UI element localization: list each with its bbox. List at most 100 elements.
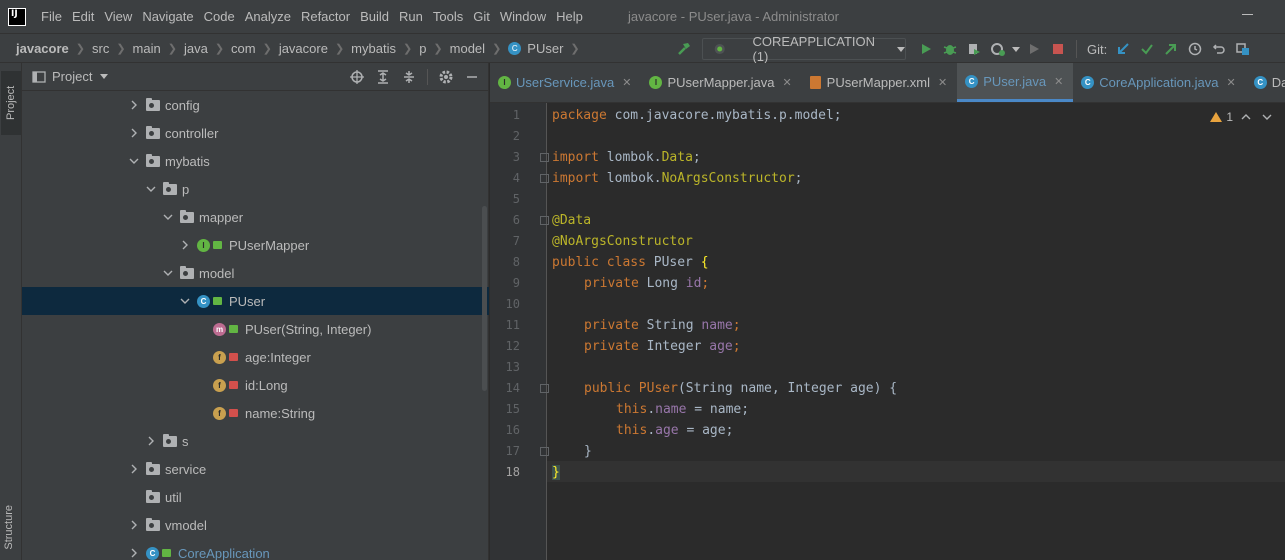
menu-view[interactable]: View	[99, 9, 137, 24]
chevron-down-icon[interactable]	[179, 295, 191, 307]
chevron-down-icon[interactable]	[162, 211, 174, 223]
close-icon[interactable]: ✕	[1227, 76, 1236, 89]
code-editor[interactable]: 1 2 3 4 5 6 7 8 9 10 11 12 13 14 15 16 1…	[490, 103, 1285, 560]
menu-edit[interactable]: Edit	[67, 9, 99, 24]
run-disabled-icon[interactable]	[1022, 37, 1046, 61]
menu-code[interactable]: Code	[199, 9, 240, 24]
chevron-right-icon[interactable]	[128, 99, 140, 111]
menu-run[interactable]: Run	[394, 9, 428, 24]
crumb-project[interactable]: javacore	[16, 41, 69, 56]
tab-datas[interactable]: C DataS	[1246, 63, 1285, 102]
tab-coreapplication[interactable]: C CoreApplication.java ✕	[1073, 63, 1245, 102]
chevron-right-icon[interactable]	[128, 519, 140, 531]
tree-item-field-name[interactable]: f name:String	[22, 399, 489, 427]
crumb-java[interactable]: java	[184, 41, 208, 56]
crumb-src[interactable]: src	[92, 41, 109, 56]
intellij-logo-icon[interactable]: IJ	[8, 7, 26, 26]
chevron-down-icon[interactable]	[1010, 37, 1022, 61]
tree-item-p[interactable]: p	[22, 175, 489, 203]
debug-icon[interactable]	[938, 37, 962, 61]
close-icon[interactable]: ✕	[1054, 75, 1063, 88]
fold-marker-icon[interactable]	[540, 447, 549, 456]
menu-window[interactable]: Window	[495, 9, 551, 24]
menu-analyze[interactable]: Analyze	[240, 9, 296, 24]
project-structure-icon[interactable]	[1231, 37, 1255, 61]
project-panel-title[interactable]: Project	[52, 69, 92, 84]
menu-file[interactable]: File	[36, 9, 67, 24]
menu-navigate[interactable]: Navigate	[137, 9, 198, 24]
gear-icon[interactable]	[438, 69, 454, 85]
project-tool-tab[interactable]: Project	[1, 71, 21, 135]
stop-icon[interactable]	[1046, 37, 1070, 61]
crumb-p[interactable]: p	[419, 41, 426, 56]
tree-item-coreapplication[interactable]: C CoreApplication	[22, 539, 489, 560]
tree-item-vmodel[interactable]: vmodel	[22, 511, 489, 539]
fold-marker-icon[interactable]	[540, 384, 549, 393]
close-icon[interactable]: ✕	[782, 76, 791, 89]
fold-marker-icon[interactable]	[540, 153, 549, 162]
run-configuration-select[interactable]: COREAPPLICATION (1)	[702, 34, 906, 64]
chevron-down-icon[interactable]	[128, 155, 140, 167]
run-icon[interactable]	[914, 37, 938, 61]
crumb-model[interactable]: model	[450, 41, 485, 56]
hide-panel-icon[interactable]	[464, 69, 480, 85]
menu-refactor[interactable]: Refactor	[296, 9, 355, 24]
chevron-down-icon[interactable]	[1261, 112, 1273, 122]
history-icon[interactable]	[1183, 37, 1207, 61]
crumb-main[interactable]: main	[133, 41, 161, 56]
structure-tool-tab[interactable]: Structure	[3, 505, 15, 550]
tree-item-mybatis[interactable]: mybatis	[22, 147, 489, 175]
tree-item-controller[interactable]: controller	[22, 119, 489, 147]
menu-tools[interactable]: Tools	[428, 9, 468, 24]
tree-item-util[interactable]: util	[22, 483, 489, 511]
tree-item-constructor[interactable]: m PUser(String, Integer)	[22, 315, 489, 343]
chevron-right-icon[interactable]	[128, 127, 140, 139]
crumb-mybatis[interactable]: mybatis	[351, 41, 396, 56]
menu-build[interactable]: Build	[355, 9, 394, 24]
fold-marker-icon[interactable]	[540, 216, 549, 225]
chevron-down-icon[interactable]	[145, 183, 157, 195]
menu-git[interactable]: Git	[468, 9, 495, 24]
close-icon[interactable]: ✕	[938, 76, 947, 89]
interface-icon: I	[498, 76, 511, 89]
chevron-right-icon[interactable]	[179, 239, 191, 251]
chevron-down-icon[interactable]	[100, 74, 109, 79]
rollback-icon[interactable]	[1207, 37, 1231, 61]
profile-icon[interactable]	[986, 37, 1010, 61]
git-push-icon[interactable]	[1159, 37, 1183, 61]
tree-item-config[interactable]: config	[22, 91, 489, 119]
tree-item-field-age[interactable]: f age:Integer	[22, 343, 489, 371]
chevron-right-icon[interactable]	[128, 463, 140, 475]
tree-item-model[interactable]: model	[22, 259, 489, 287]
build-hammer-icon[interactable]	[672, 37, 696, 61]
collapse-all-icon[interactable]	[401, 69, 417, 85]
tree-scrollbar[interactable]	[482, 206, 487, 391]
git-update-icon[interactable]	[1111, 37, 1135, 61]
expand-all-icon[interactable]	[375, 69, 391, 85]
menu-help[interactable]: Help	[551, 9, 588, 24]
minimize-icon[interactable]	[1242, 14, 1253, 15]
locate-file-icon[interactable]	[349, 69, 365, 85]
tree-item-field-id[interactable]: f id:Long	[22, 371, 489, 399]
fold-marker-icon[interactable]	[540, 174, 549, 183]
tree-item-s[interactable]: s	[22, 427, 489, 455]
tree-item-pusermapper[interactable]: I PUserMapper	[22, 231, 489, 259]
tab-userservice[interactable]: I UserService.java ✕	[490, 63, 641, 102]
tree-item-mapper[interactable]: mapper	[22, 203, 489, 231]
tab-pusermapper-xml[interactable]: PUserMapper.xml ✕	[802, 63, 958, 102]
tab-puser-java[interactable]: C PUser.java ✕	[957, 63, 1074, 102]
crumb-puser[interactable]: PUser	[527, 41, 563, 56]
tab-pusermapper-java[interactable]: I PUserMapper.java ✕	[641, 63, 801, 102]
chevron-right-icon[interactable]	[145, 435, 157, 447]
chevron-up-icon[interactable]	[1237, 112, 1257, 122]
crumb-javacore[interactable]: javacore	[279, 41, 328, 56]
crumb-com[interactable]: com	[231, 41, 256, 56]
git-commit-icon[interactable]	[1135, 37, 1159, 61]
tree-item-puser[interactable]: C PUser	[22, 287, 489, 315]
chevron-right-icon[interactable]	[128, 547, 140, 559]
inspection-widget[interactable]: 1	[1210, 110, 1273, 124]
close-icon[interactable]: ✕	[622, 76, 631, 89]
tree-item-service[interactable]: service	[22, 455, 489, 483]
chevron-down-icon[interactable]	[162, 267, 174, 279]
coverage-icon[interactable]	[962, 37, 986, 61]
